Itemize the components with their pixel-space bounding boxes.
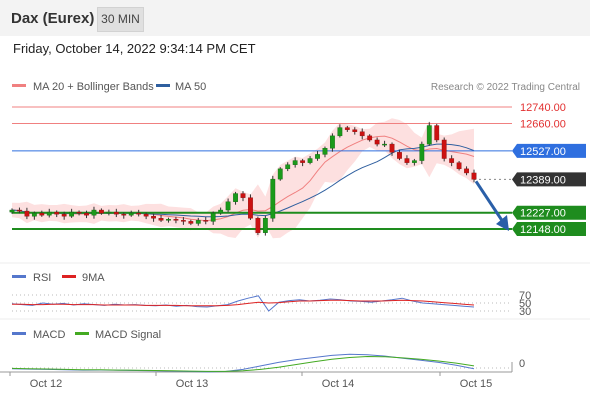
rsi-tick-label: 30 bbox=[519, 306, 531, 318]
rsi-ma-legend-label: 9MA bbox=[82, 272, 105, 284]
candle-body bbox=[374, 139, 380, 145]
candle-body bbox=[76, 211, 82, 214]
forecast-arrow-shaft bbox=[474, 180, 507, 226]
level-tag-text: 12660.00 bbox=[520, 118, 566, 130]
ma20-legend-swatch bbox=[12, 84, 26, 87]
candle-body bbox=[344, 127, 350, 130]
x-tick-label: Oct 15 bbox=[460, 378, 492, 390]
macd-legend-swatch bbox=[12, 332, 26, 335]
bollinger-band bbox=[12, 118, 474, 239]
candle-body bbox=[158, 218, 164, 221]
candle-body bbox=[367, 135, 373, 141]
candle-body bbox=[404, 158, 410, 163]
candle-body bbox=[39, 212, 45, 216]
candle-body bbox=[106, 211, 112, 214]
candle-body bbox=[300, 160, 306, 163]
candle-body bbox=[54, 211, 60, 215]
candle-body bbox=[337, 127, 343, 137]
candle-body bbox=[121, 213, 127, 216]
macd-signal-legend-label: MACD Signal bbox=[95, 329, 161, 341]
chart-svg: MA 20 + Bollinger Bands MA 50 Research ©… bbox=[0, 81, 590, 390]
candle-body bbox=[128, 212, 134, 216]
candle-body bbox=[277, 168, 283, 180]
candle-body bbox=[84, 212, 89, 216]
candle-body bbox=[203, 220, 209, 222]
candle-body bbox=[69, 211, 75, 217]
candle-body bbox=[143, 213, 149, 217]
level-tag-text: 12527.00 bbox=[520, 146, 566, 158]
candle-body bbox=[426, 125, 432, 145]
candle-body bbox=[389, 143, 395, 153]
candle-body bbox=[352, 129, 358, 132]
candle-body bbox=[24, 210, 30, 217]
x-tick-label: Oct 14 bbox=[322, 378, 354, 390]
candle-body bbox=[210, 212, 216, 222]
x-tick-label: Oct 13 bbox=[176, 378, 208, 390]
candle-body bbox=[31, 212, 37, 217]
rsi-legend-label: RSI bbox=[33, 272, 51, 284]
candle-body bbox=[285, 164, 291, 170]
candle-body bbox=[322, 148, 328, 155]
macd-tick-label: 0 bbox=[519, 358, 525, 370]
candle-body bbox=[315, 154, 320, 159]
candle-body bbox=[464, 168, 469, 174]
candle-body bbox=[240, 193, 246, 198]
candle-body bbox=[17, 209, 22, 212]
candle-body bbox=[188, 221, 194, 224]
candle-body bbox=[456, 162, 462, 170]
candle-body bbox=[46, 211, 52, 216]
candle-body bbox=[307, 158, 313, 163]
candle-body bbox=[255, 218, 261, 233]
candle-body bbox=[166, 219, 171, 221]
candle-body bbox=[233, 193, 238, 202]
rsi-legend-swatch bbox=[12, 275, 26, 278]
level-tag-text: 12389.00 bbox=[520, 174, 566, 186]
candle-body bbox=[61, 213, 67, 217]
candle-body bbox=[248, 197, 253, 219]
candle-body bbox=[292, 160, 298, 165]
candle-body bbox=[180, 220, 186, 222]
candle-body bbox=[9, 209, 15, 213]
macd-signal-legend-swatch bbox=[75, 332, 89, 335]
rsi-ma-legend-swatch bbox=[62, 275, 76, 278]
ma50-legend-label: MA 50 bbox=[175, 81, 206, 93]
candle-body bbox=[225, 201, 231, 211]
level-tag-text: 12740.00 bbox=[520, 102, 566, 114]
macd-legend-label: MACD bbox=[33, 329, 65, 341]
candle-body bbox=[411, 160, 417, 163]
candle-body bbox=[397, 152, 402, 159]
candle-body bbox=[270, 178, 276, 219]
x-tick-label: Oct 12 bbox=[30, 378, 62, 390]
candle-body bbox=[173, 219, 179, 221]
candle-body bbox=[262, 218, 268, 233]
candle-body bbox=[195, 220, 201, 224]
candle-body bbox=[449, 158, 455, 163]
ma50-legend-swatch bbox=[156, 84, 170, 87]
candle-body bbox=[419, 143, 425, 161]
level-tag-text: 12227.00 bbox=[520, 208, 566, 220]
candle-body bbox=[382, 143, 387, 146]
candle-body bbox=[218, 209, 224, 214]
credit-text: Research © 2022 Trading Central bbox=[431, 82, 580, 93]
candle-body bbox=[441, 139, 447, 159]
candle-body bbox=[330, 135, 335, 149]
candle-body bbox=[113, 211, 119, 215]
candle-body bbox=[91, 209, 97, 216]
candle-body bbox=[434, 125, 440, 141]
candle-body bbox=[359, 131, 365, 137]
candle-body bbox=[99, 209, 104, 214]
candle-body bbox=[136, 212, 142, 215]
candle-body bbox=[151, 216, 156, 219]
candle-body bbox=[471, 172, 477, 180]
ma20-legend-label: MA 20 + Bollinger Bands bbox=[33, 81, 154, 93]
level-tag-text: 12148.00 bbox=[520, 224, 566, 236]
